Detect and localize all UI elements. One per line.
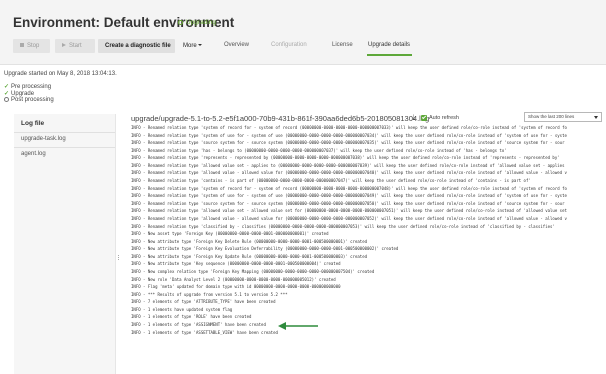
download-icon[interactable]: ⤓ [412,114,415,122]
log-line: INFO - Renamed relation type 'system of … [131,125,567,130]
log-line: INFO - *** Results of upgrade from versi… [131,291,288,297]
log-file-panel: Log file upgrade-task.log agent.log [14,114,116,374]
log-line: INFO - Renamed relation type 'source sys… [131,200,565,206]
log-line: INFO - New attribute type 'Foreign Key D… [131,238,368,244]
circle-outline-icon [178,20,183,25]
lines-count-select[interactable]: Show the last 200 lines [524,112,602,122]
log-line: INFO - Renamed relation type 'allowed va… [131,215,567,221]
log-line: INFO - Renamed relation type 'classified… [131,223,555,229]
upgrade-started-text: Upgrade started on May 8, 2018 13:04:13. [4,71,117,77]
start-button[interactable]: Start [55,39,95,53]
chevron-down-icon [197,44,202,46]
log-line: INFO - 7 elements of type 'ATTRIBUTE_TYP… [131,299,276,305]
log-line: INFO - New asset type 'Foreign Key (0000… [131,231,329,237]
log-line: INFO - Renamed relation type 'allowed va… [131,162,565,168]
create-diagnostic-file-button[interactable]: Create a diagnostic file [98,39,175,53]
log-line: INFO - 1 elements of type 'ASSIGNMENT' h… [131,322,266,328]
status-badge: Upgrading [178,19,216,26]
tab-upgrade-details[interactable]: Upgrade details [368,42,410,48]
log-line: INFO - Renamed relation type 'allowed va… [131,170,567,176]
status-label: Upgrading [186,19,216,26]
log-line: INFO - New role 'Data Analyst Level 2 (0… [131,276,336,282]
stop-button[interactable]: Stop [13,39,50,53]
stop-square-icon [20,43,24,47]
log-line: INFO - Renamed relation type 'allowed va… [131,208,567,214]
log-line: INFO - Renamed relation type 'source sys… [131,140,565,146]
log-line: INFO - Renamed relation type 'system of … [131,193,567,199]
chevron-down-icon [594,116,598,119]
tab-overview[interactable]: Overview [224,42,249,48]
phase-pre-processing: ✓ Pre processing [4,84,52,90]
checkbox-checked-icon[interactable] [421,115,427,121]
log-file-title: upgrade/upgrade-5.1-to-5.2-e5f1a000-70b9… [131,114,430,123]
log-line: INFO - 1 elements of type 'ROLE' have be… [131,314,252,320]
log-file-item-upgrade-task[interactable]: upgrade-task.log [14,132,115,148]
log-output[interactable]: INFO - Renamed relation type 'system of … [131,124,606,374]
log-line: INFO - New attribute type 'Foreign Key E… [131,246,399,252]
log-line: INFO - Renamed relation type 'represents… [131,155,560,161]
log-line: INFO - 1 elements of type 'ASSETTABLE_VI… [131,329,278,335]
auto-refresh-label: Auto refresh [429,115,459,121]
log-file-item-agent[interactable]: agent.log [14,147,115,163]
phase-upgrade: ✓ Upgrade [4,91,35,97]
log-line: INFO - Renamed relation type 'system of … [131,132,567,138]
environment-header: Environment: Default environment Upgradi… [0,0,606,65]
active-tab-indicator [367,54,412,56]
log-line: INFO - Renamed relation type 'has - belo… [131,147,507,153]
log-line: INFO - New attribute type 'Foreign Key U… [131,253,368,259]
log-file-header: Log file [21,120,45,127]
tab-configuration[interactable]: Configuration [271,42,307,48]
more-menu-button[interactable]: More [181,39,204,53]
tab-license[interactable]: License [332,42,353,48]
log-line: INFO - New complex relation type 'Foreig… [131,268,375,274]
play-icon [62,43,66,47]
phase-post-processing: Post processing [4,97,54,103]
clock-icon [4,97,9,102]
log-line: INFO - 1 elements have updated system fl… [131,306,233,312]
log-line: INFO - Renamed relation type 'contains -… [131,178,531,184]
arrow-left-icon [278,322,318,330]
log-line: INFO - New attribute type 'Key sequence … [131,261,341,267]
panel-resize-handle[interactable] [118,255,121,260]
log-line: INFO - Renamed relation type 'system of … [131,185,567,191]
log-line: INFO - Flag 'meta' updated for domain ty… [131,284,341,290]
